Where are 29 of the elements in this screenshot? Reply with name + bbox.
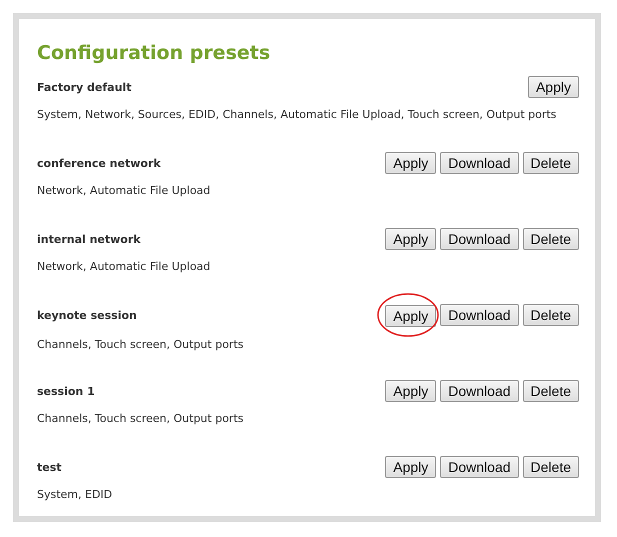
preset-button[interactable]: Apply — [385, 152, 436, 174]
preset-name: test — [37, 460, 62, 476]
preset-button[interactable]: Download — [440, 380, 519, 402]
preset-contents: Channels, Touch screen, Output ports — [37, 336, 244, 352]
preset-contents: Network, Automatic File Upload — [37, 258, 212, 274]
preset-button[interactable]: Delete — [522, 380, 579, 402]
preset-name: keynote session — [37, 308, 137, 324]
preset-name: session 1 — [37, 384, 95, 400]
preset-name: internal network — [37, 232, 141, 248]
preset-button[interactable]: Download — [440, 152, 519, 174]
preset-button[interactable]: Apply — [385, 456, 436, 478]
preset-button[interactable]: Delete — [522, 228, 579, 250]
preset-button[interactable]: Download — [440, 456, 519, 478]
preset-name: conference network — [37, 156, 161, 172]
preset-contents: Network, Automatic File Upload — [37, 182, 212, 198]
preset-contents: Channels, Touch screen, Output ports — [37, 410, 244, 426]
preset-button[interactable]: Apply — [385, 304, 436, 326]
preset-button[interactable]: Delete — [522, 152, 579, 174]
preset-button[interactable]: Apply — [385, 228, 436, 250]
preset-button[interactable]: Delete — [522, 456, 579, 478]
preset-contents: System, EDID — [37, 486, 114, 502]
preset-button[interactable]: Delete — [522, 304, 579, 326]
page-title: Configuration presets — [37, 41, 272, 66]
preset-button[interactable]: Download — [440, 304, 519, 326]
preset-contents: System, Network, Sources, EDID, Channels, Automatic File Upload, Touch screen, Output ports — [37, 106, 558, 122]
preset-button[interactable]: Apply — [528, 76, 579, 98]
preset-name: Factory default — [37, 80, 132, 96]
preset-button[interactable]: Download — [440, 228, 519, 250]
preset-button[interactable]: Apply — [385, 380, 436, 402]
